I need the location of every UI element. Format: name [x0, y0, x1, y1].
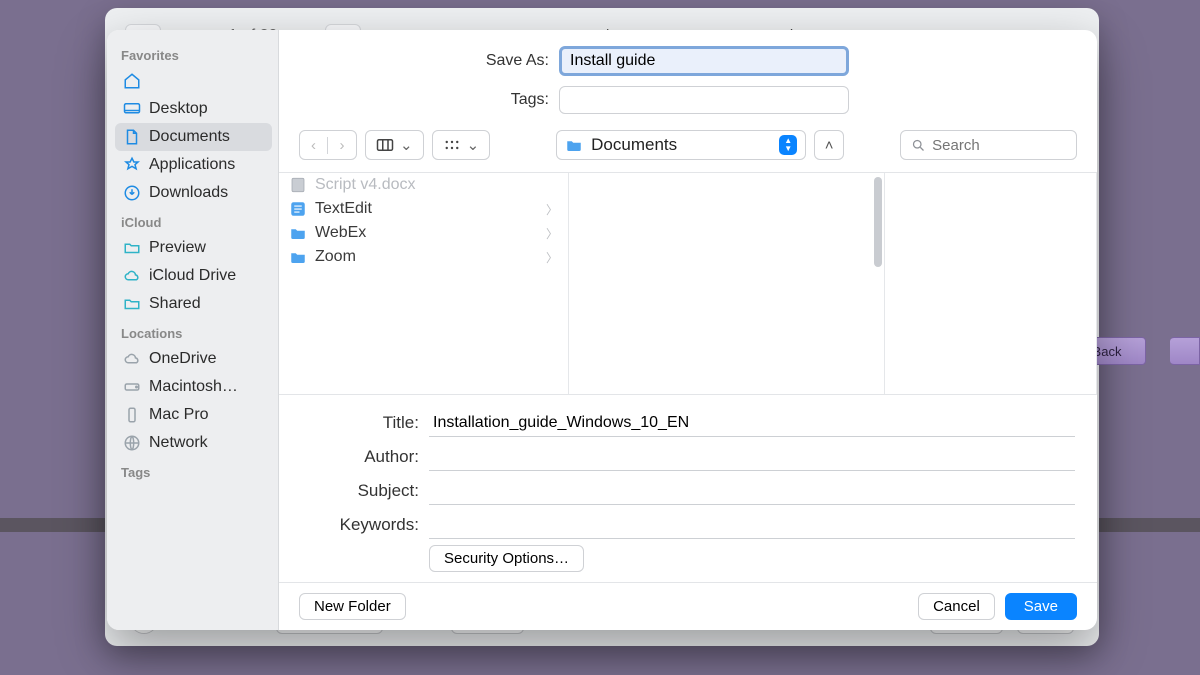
finder-sidebar: Favorites Desktop Documents Applications…: [107, 30, 279, 630]
sidebar-item-label: Desktop: [149, 100, 208, 118]
folder-icon: [289, 224, 307, 242]
home-icon: [123, 72, 141, 90]
sidebar-heading-tags: Tags: [115, 457, 272, 484]
file-name: TextEdit: [315, 200, 372, 218]
file-row[interactable]: Zoom 〉: [279, 245, 568, 269]
sidebar-item-label: Downloads: [149, 184, 228, 202]
file-name: WebEx: [315, 224, 366, 242]
sidebar-heading-favorites: Favorites: [115, 40, 272, 67]
new-folder-button[interactable]: New Folder: [299, 593, 406, 620]
stepper-icon: ▲▼: [779, 135, 797, 155]
cancel-button[interactable]: Cancel: [918, 593, 995, 620]
subject-input[interactable]: [429, 477, 1075, 505]
author-label: Author:: [301, 447, 419, 467]
location-popup-button[interactable]: Documents ▲▼: [556, 130, 806, 160]
sidebar-item-mac-pro[interactable]: Mac Pro: [115, 401, 272, 429]
expand-button[interactable]: ˄: [814, 130, 844, 160]
file-row[interactable]: TextEdit 〉: [279, 197, 568, 221]
sidebar-item-shared[interactable]: Shared: [115, 290, 272, 318]
tower-icon: [123, 406, 141, 424]
column-browser: Script v4.docx TextEdit 〉 WebEx 〉 Z: [279, 173, 1097, 395]
word-doc-icon: [289, 176, 307, 194]
location-name: Documents: [591, 135, 677, 155]
nav-forward-button[interactable]: ›: [328, 137, 356, 154]
security-options-button[interactable]: Security Options…: [429, 545, 584, 572]
sidebar-item-label: Documents: [149, 128, 230, 146]
browser-toolbar: ‹ › ⌄ ⌄ Documents ▲▼ ˄: [279, 120, 1097, 173]
sidebar-item-label: Mac Pro: [149, 406, 209, 424]
sidebar-item-icloud-drive[interactable]: iCloud Drive: [115, 262, 272, 290]
chevron-up-icon: ˄: [825, 137, 834, 154]
sidebar-item-recents[interactable]: [115, 67, 272, 95]
search-icon: [911, 138, 926, 153]
sidebar-heading-locations: Locations: [115, 318, 272, 345]
chevron-down-icon: ⌄: [467, 136, 480, 154]
sheet-footer: New Folder Cancel Save: [279, 583, 1097, 630]
next-button-stub[interactable]: [1170, 337, 1200, 365]
keywords-input[interactable]: [429, 511, 1075, 539]
cloud-icon: [123, 350, 141, 368]
scrollbar[interactable]: [874, 177, 882, 267]
sidebar-item-label: Preview: [149, 239, 206, 257]
chevron-down-icon: ⌄: [400, 136, 413, 154]
sidebar-item-label: Applications: [149, 156, 235, 174]
sidebar-item-documents[interactable]: Documents: [115, 123, 272, 151]
nav-back-button[interactable]: ‹: [300, 137, 328, 154]
author-input[interactable]: [429, 443, 1075, 471]
save-as-label: Save As:: [319, 52, 549, 70]
sidebar-item-macintosh-hd[interactable]: Macintosh…: [115, 373, 272, 401]
pdf-metadata-section: Title: Author: Subject: Keywords: Securi…: [279, 395, 1097, 583]
tags-input[interactable]: [559, 86, 849, 114]
folder-icon: [289, 248, 307, 266]
sidebar-item-label: Macintosh…: [149, 378, 238, 396]
grid-icon: [443, 138, 461, 152]
document-icon: [123, 128, 141, 146]
app-icon: [289, 200, 307, 218]
browser-column-1[interactable]: Script v4.docx TextEdit 〉 WebEx 〉 Z: [279, 173, 569, 394]
keywords-label: Keywords:: [301, 515, 419, 535]
sidebar-heading-icloud: iCloud: [115, 207, 272, 234]
sidebar-item-label: iCloud Drive: [149, 267, 236, 285]
save-button[interactable]: Save: [1005, 593, 1077, 620]
shared-folder-icon: [123, 295, 141, 313]
chevron-right-icon: 〉: [546, 249, 558, 266]
sidebar-item-preview[interactable]: Preview: [115, 234, 272, 262]
group-by-button[interactable]: ⌄: [432, 130, 491, 160]
file-row[interactable]: Script v4.docx: [279, 173, 568, 197]
tags-label: Tags:: [319, 91, 549, 109]
desktop-icon: [123, 100, 141, 118]
folder-icon: [123, 239, 141, 257]
file-name: Zoom: [315, 248, 356, 266]
globe-icon: [123, 434, 141, 452]
sidebar-item-downloads[interactable]: Downloads: [115, 179, 272, 207]
subject-label: Subject:: [301, 481, 419, 501]
file-row[interactable]: WebEx 〉: [279, 221, 568, 245]
search-input[interactable]: [932, 137, 1066, 154]
sidebar-item-label: OneDrive: [149, 350, 217, 368]
disk-icon: [123, 378, 141, 396]
save-as-input[interactable]: [559, 46, 849, 76]
title-input[interactable]: [429, 409, 1075, 437]
view-columns-button[interactable]: ⌄: [365, 130, 424, 160]
sidebar-item-label: Shared: [149, 295, 201, 313]
title-label: Title:: [301, 413, 419, 433]
cloud-icon: [123, 267, 141, 285]
chevron-right-icon: 〉: [546, 225, 558, 242]
columns-icon: [376, 138, 394, 152]
browser-column-2[interactable]: ||: [569, 173, 885, 394]
sidebar-item-label: Network: [149, 434, 208, 452]
chevron-right-icon: 〉: [546, 201, 558, 218]
sidebar-item-network[interactable]: Network: [115, 429, 272, 457]
sidebar-item-onedrive[interactable]: OneDrive: [115, 345, 272, 373]
file-name: Script v4.docx: [315, 176, 415, 194]
folder-icon: [565, 136, 583, 154]
browser-column-3[interactable]: [885, 173, 1097, 394]
applications-icon: [123, 156, 141, 174]
save-sheet: Favorites Desktop Documents Applications…: [107, 30, 1097, 630]
download-icon: [123, 184, 141, 202]
sidebar-item-desktop[interactable]: Desktop: [115, 95, 272, 123]
sidebar-item-applications[interactable]: Applications: [115, 151, 272, 179]
search-field[interactable]: [900, 130, 1077, 160]
